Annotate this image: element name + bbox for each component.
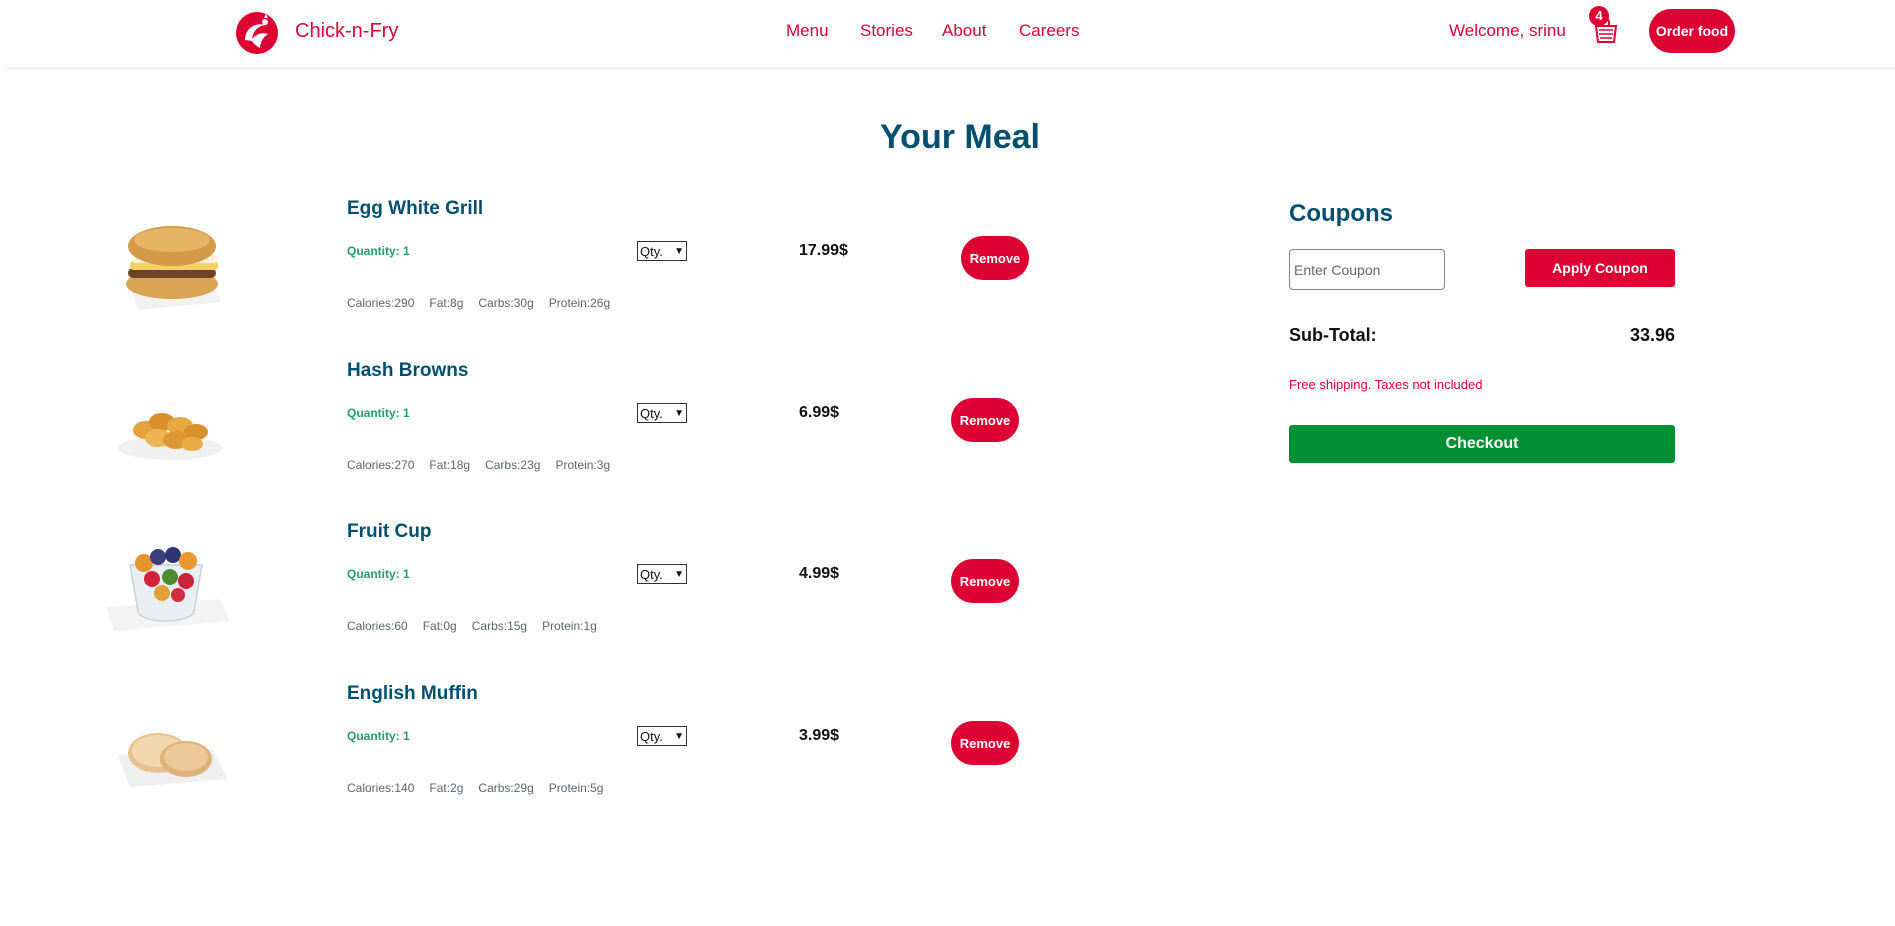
fat: Fat:8g (429, 296, 464, 310)
item-name: English Muffin (347, 683, 478, 704)
quantity-select-label: Qty. (640, 566, 663, 582)
calories: Calories:140 (347, 781, 415, 795)
remove-button[interactable]: Remove (951, 398, 1019, 442)
remove-button[interactable]: Remove (951, 721, 1019, 765)
item-quantity: Quantity: 1 (347, 567, 410, 581)
quantity-select[interactable]: Qty. ▼ (637, 726, 687, 746)
remove-button[interactable]: Remove (951, 559, 1019, 603)
nav-about[interactable]: About (942, 21, 986, 41)
cart-count-badge: 4 (1589, 6, 1609, 26)
chicken-logo-icon[interactable] (234, 10, 280, 56)
protein: Protein:26g (548, 296, 611, 310)
nutrition-info: Calories:290 Fat:8g Carbs:30g Protein:26… (347, 296, 610, 310)
fruit-cup-image (106, 547, 230, 631)
chevron-down-icon: ▼ (674, 407, 684, 419)
carbs: Carbs:29g (478, 781, 534, 795)
item-quantity: Quantity: 1 (347, 729, 410, 743)
coupon-input[interactable] (1289, 249, 1445, 290)
item-quantity: Quantity: 1 (347, 406, 410, 420)
quantity-select[interactable]: Qty. ▼ (637, 241, 687, 261)
site-header: Chick-n-Fry Menu Stories About Careers W… (0, 0, 1895, 68)
subtotal-value: 33.96 (1629, 325, 1675, 345)
quantity-select[interactable]: Qty. ▼ (637, 403, 687, 423)
item-price: 17.99$ (799, 242, 848, 259)
chevron-down-icon: ▼ (674, 568, 684, 580)
order-food-button[interactable]: Order food (1649, 9, 1735, 53)
shipping-note: Free shipping. Taxes not included (1289, 377, 1483, 392)
quantity-select-label: Qty. (640, 243, 663, 259)
nav-careers[interactable]: Careers (1019, 21, 1079, 41)
egg-white-grill-image (126, 226, 222, 310)
chevron-down-icon: ▼ (674, 245, 684, 257)
item-quantity: Quantity: 1 (347, 244, 410, 258)
fat: Fat:2g (429, 781, 464, 795)
subtotal-label: Sub-Total: (1289, 325, 1377, 345)
apply-coupon-button[interactable]: Apply Coupon (1525, 249, 1675, 287)
header-divider (7, 68, 1895, 69)
protein: Protein:3g (555, 458, 611, 472)
item-price: 3.99$ (799, 727, 840, 744)
item-name: Fruit Cup (347, 521, 432, 542)
protein: Protein:1g (542, 619, 597, 633)
cart-item: Fruit Cup Quantity: 1 Qty. ▼ 4.99$ Remov… (0, 521, 1100, 683)
fat: Fat:0g (422, 619, 457, 633)
item-price: 4.99$ (799, 565, 840, 582)
cart-item: English Muffin Quantity: 1 Qty. ▼ 3.99$ … (0, 683, 1100, 845)
carbs: Carbs:23g (485, 458, 541, 472)
hash-browns-image (118, 413, 222, 460)
brand-name[interactable]: Chick-n-Fry (295, 20, 398, 43)
nav-stories[interactable]: Stories (860, 21, 913, 41)
calories: Calories:60 (347, 619, 408, 633)
remove-button[interactable]: Remove (961, 236, 1029, 280)
carbs: Carbs:30g (478, 296, 534, 310)
quantity-select-label: Qty. (640, 728, 663, 744)
carbs: Carbs:15g (471, 619, 528, 633)
chevron-down-icon: ▼ (674, 730, 684, 742)
cart-item: Egg White Grill Quantity: 1 Qty. ▼ 17.99… (0, 198, 1100, 360)
nav-menu[interactable]: Menu (786, 21, 829, 41)
welcome-text: Welcome, srinu (1449, 21, 1566, 40)
item-name: Egg White Grill (347, 198, 484, 219)
quantity-select-label: Qty. (640, 405, 663, 421)
cart-item: Hash Browns Quantity: 1 Qty. ▼ 6.99$ Rem… (0, 360, 1100, 522)
item-name: Hash Browns (347, 360, 469, 381)
coupons-title: Coupons (1289, 200, 1393, 227)
fat: Fat:18g (429, 458, 471, 472)
quantity-select[interactable]: Qty. ▼ (637, 564, 687, 584)
protein: Protein:5g (548, 781, 604, 795)
checkout-button[interactable]: Checkout (1289, 425, 1675, 463)
page-title: Your Meal (880, 118, 1040, 156)
nutrition-info: Calories:140 Fat:2g Carbs:29g Protein:5g (347, 781, 603, 795)
english-muffin-image (118, 733, 228, 787)
item-price: 6.99$ (799, 404, 840, 421)
calories: Calories:270 (347, 458, 415, 472)
nutrition-info: Calories:60 Fat:0g Carbs:15g Protein:1g (347, 619, 597, 633)
nutrition-info: Calories:270 Fat:18g Carbs:23g Protein:3… (347, 458, 610, 472)
calories: Calories:290 (347, 296, 415, 310)
